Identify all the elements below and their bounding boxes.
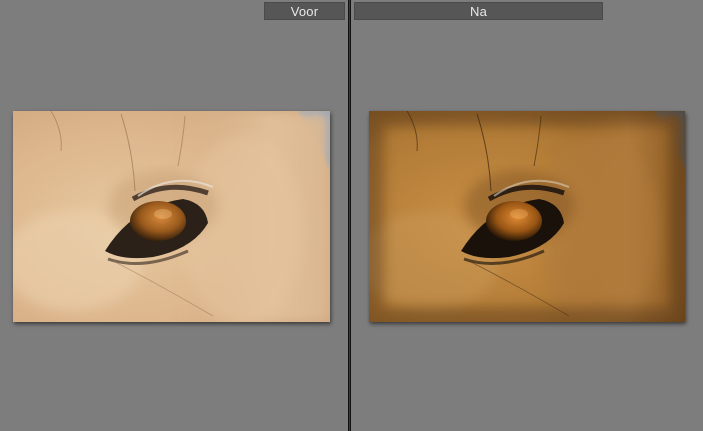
after-label: Na — [354, 2, 603, 20]
compare-divider[interactable] — [348, 0, 351, 431]
horse-eye-photo-edited-icon — [369, 111, 685, 322]
after-photo[interactable] — [369, 111, 685, 322]
horse-eye-photo-icon — [13, 111, 330, 322]
compare-view: Voor Na — [0, 0, 703, 431]
before-photo[interactable] — [13, 111, 330, 322]
before-label: Voor — [264, 2, 345, 20]
